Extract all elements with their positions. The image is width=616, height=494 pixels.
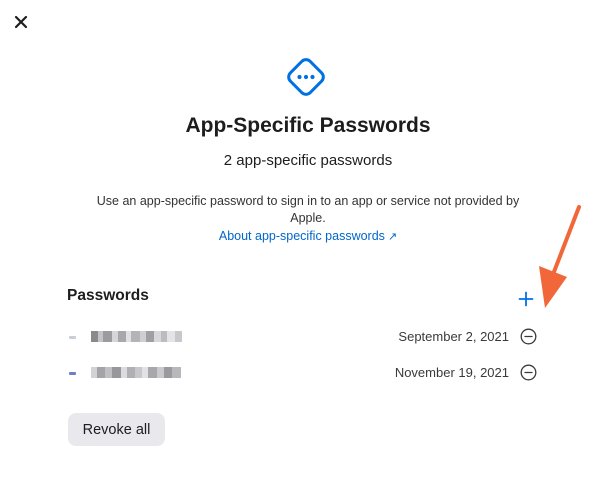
redacted-name	[91, 331, 182, 342]
minus-circle-icon[interactable]	[520, 328, 537, 345]
password-row: September 2, 2021	[67, 326, 539, 348]
password-date: September 2, 2021	[398, 329, 509, 344]
password-date: November 19, 2021	[394, 365, 509, 380]
dots-diamond-icon	[287, 58, 325, 96]
close-button[interactable]	[11, 12, 31, 32]
revoke-all-button[interactable]: Revoke all	[68, 413, 165, 446]
page-title: App-Specific Passwords	[185, 114, 431, 137]
app-icon	[69, 336, 76, 339]
app-specific-passwords-dialog: App-Specific Passwords 2 app-specific pa…	[0, 0, 616, 494]
external-arrow-icon: ↗	[387, 231, 398, 243]
close-icon	[14, 15, 28, 29]
description-text: Use an app-specific password to sign in …	[96, 194, 520, 225]
add-password-button[interactable]	[514, 287, 538, 311]
plus-icon	[518, 291, 534, 307]
app-icon	[69, 372, 76, 375]
about-link-label: About app-specific passwords	[218, 229, 385, 243]
password-row: November 19, 2021	[67, 362, 539, 384]
minus-circle-icon[interactable]	[520, 364, 537, 381]
password-count: 2 app-specific passwords	[223, 152, 393, 169]
redacted-name	[91, 367, 181, 378]
section-title: Passwords	[67, 287, 149, 304]
about-link[interactable]: About app-specific passwords ↗	[0, 229, 616, 243]
